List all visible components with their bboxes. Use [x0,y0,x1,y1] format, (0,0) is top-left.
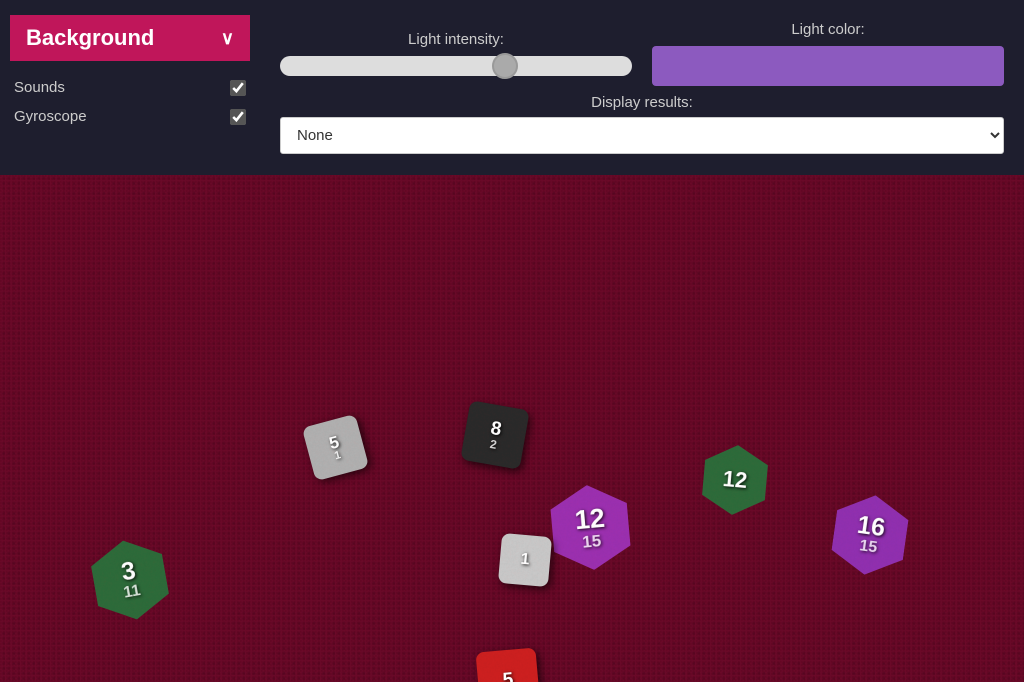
gyroscope-row: Gyroscope [10,102,250,131]
light-color-section: Light color: [652,21,1004,86]
right-panel: Light intensity: Light color: Display re… [260,10,1024,165]
chevron-down-icon: ∨ [221,28,234,49]
display-results-label: Display results: [591,94,693,111]
background-button[interactable]: Background ∨ [10,15,250,61]
die-number-d5: 1 [520,552,530,569]
gyroscope-label: Gyroscope [14,108,87,125]
display-results-section: Display results: None Sum Individual Sum… [280,94,1004,154]
die-d5[interactable]: 1 [498,533,552,587]
display-results-select[interactable]: None Sum Individual Sum + Individual [280,117,1004,154]
die-d3[interactable]: 12 [697,442,773,518]
sounds-label: Sounds [14,79,65,96]
dice-area[interactable]: 5182121215131116155855 [0,175,1024,682]
top-controls-row: Light intensity: Light color: [280,21,1004,86]
die-number-d2: 82 [487,419,503,451]
die-number-d6: 311 [118,558,142,601]
light-color-label: Light color: [791,21,864,38]
background-label: Background [26,25,154,51]
die-d8[interactable]: 5 [475,647,540,682]
die-d1[interactable]: 51 [302,414,369,481]
gyroscope-checkbox[interactable] [230,109,246,125]
die-number-d1: 51 [327,433,343,462]
die-number-d8: 5 [502,670,514,682]
light-intensity-label: Light intensity: [408,31,504,48]
die-number-d4: 1215 [574,504,608,550]
light-color-swatch[interactable] [652,46,1004,86]
die-number-d7: 1615 [853,513,886,557]
die-d2[interactable]: 82 [460,400,530,470]
sounds-row: Sounds [10,73,250,102]
light-intensity-slider[interactable] [280,56,632,76]
die-d6[interactable]: 311 [84,534,177,627]
die-d7[interactable]: 1615 [825,490,915,580]
control-bar: Background ∨ Sounds Gyroscope Light inte… [0,0,1024,175]
die-number-d3: 12 [722,468,748,492]
left-panel: Background ∨ Sounds Gyroscope [0,10,260,165]
sounds-checkbox[interactable] [230,80,246,96]
die-d4[interactable]: 1215 [544,481,636,573]
light-intensity-section: Light intensity: [280,31,632,76]
